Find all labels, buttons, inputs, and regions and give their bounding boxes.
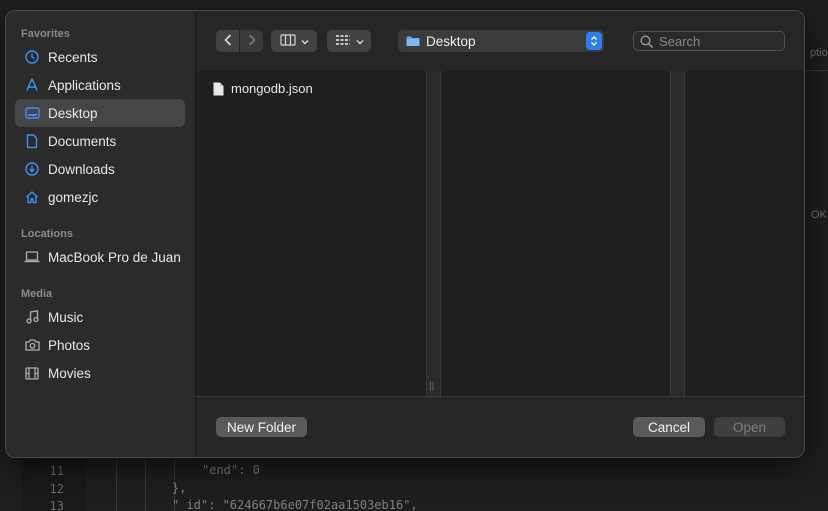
sidebar-item-label: Applications (48, 77, 121, 93)
column-resizer[interactable] (670, 71, 684, 398)
line-number: 13 (49, 499, 64, 511)
file-item[interactable]: mongodb.json (213, 81, 313, 96)
document-icon (24, 133, 40, 149)
columns-view-icon (279, 33, 296, 49)
chevron-left-icon (223, 33, 232, 49)
file-name: mongodb.json (231, 81, 313, 96)
home-icon (24, 189, 40, 205)
back-button[interactable] (216, 30, 239, 52)
search-icon (640, 34, 653, 48)
sidebar-item-label: Downloads (48, 161, 115, 177)
code-line: "end": 0 (202, 463, 260, 477)
sidebar-item-desktop[interactable]: Desktop (15, 99, 185, 127)
indent-guide (116, 458, 117, 511)
grid-options-icon (335, 34, 351, 49)
line-number: 11 (49, 464, 64, 478)
background-text: OK (811, 209, 827, 221)
sidebar-item-label: Music (48, 309, 84, 325)
locations-section-title: Locations (21, 228, 73, 240)
toolbar: Desktop (196, 11, 804, 71)
up-down-chevron-icon (586, 32, 602, 50)
file-browser: mongodb.json || (196, 71, 804, 398)
camera-icon (24, 337, 40, 353)
forward-button[interactable] (240, 30, 263, 52)
search-field[interactable] (633, 31, 785, 51)
open-button[interactable]: Open (714, 417, 785, 437)
sidebar-item-label: Movies (48, 365, 91, 381)
column-divider (670, 71, 671, 398)
location-select[interactable]: Desktop (398, 30, 604, 52)
location-select-value: Desktop (426, 33, 476, 49)
clock-icon (24, 49, 40, 65)
sidebar-item-label: Recents (48, 49, 98, 65)
background-divider (806, 70, 828, 71)
sidebar-item-label: Documents (48, 133, 117, 149)
chevron-down-icon (301, 34, 309, 48)
sidebar-item-recents[interactable]: Recents (15, 43, 185, 71)
open-file-dialog: Favorites Recents Applications Desktop D… (5, 10, 805, 458)
sidebar-item-applications[interactable]: Applications (15, 71, 185, 99)
cancel-button[interactable]: Cancel (633, 417, 705, 437)
search-input[interactable] (659, 33, 779, 49)
line-number: 12 (49, 482, 64, 496)
code-line: }, (172, 481, 187, 495)
resize-grip-icon: || (429, 381, 435, 392)
media-section-title: Media (21, 288, 53, 300)
applications-icon (24, 77, 40, 93)
folder-icon (406, 35, 420, 47)
code-line: "_id": "624667b6e07f02aa1503eb16", (172, 498, 418, 511)
sidebar-item-macbook[interactable]: MacBook Pro de Juan (15, 243, 185, 271)
browser-column (441, 71, 670, 398)
sidebar-item-downloads[interactable]: Downloads (15, 155, 185, 183)
column-divider (426, 71, 427, 398)
view-mode-button[interactable] (271, 30, 317, 52)
sidebar-item-home[interactable]: gomezjc (15, 183, 185, 211)
music-icon (24, 309, 40, 325)
sidebar-item-music[interactable]: Music (15, 303, 185, 331)
favorites-section-title: Favorites (21, 28, 70, 40)
nav-buttons (216, 30, 264, 52)
sidebar-item-photos[interactable]: Photos (15, 331, 185, 359)
new-folder-button[interactable]: New Folder (216, 417, 307, 437)
sidebar-item-label: MacBook Pro de Juan (48, 249, 181, 265)
film-icon (24, 365, 40, 381)
chevron-down-icon (356, 34, 364, 48)
indent-guide (145, 458, 146, 511)
file-icon (213, 82, 224, 96)
background-text: ptio (810, 47, 828, 59)
download-icon (24, 161, 40, 177)
sidebar-item-movies[interactable]: Movies (15, 359, 185, 387)
sidebar-item-label: Desktop (48, 105, 98, 121)
sidebar-item-documents[interactable]: Documents (15, 127, 185, 155)
sidebar-item-label: gomezjc (48, 189, 99, 205)
browser-column: mongodb.json (196, 71, 426, 398)
column-divider (684, 71, 685, 398)
column-resizer[interactable]: || (426, 71, 440, 398)
sidebar: Favorites Recents Applications Desktop D… (6, 11, 196, 457)
dialog-footer: New Folder Cancel Open (196, 396, 804, 457)
group-by-button[interactable] (327, 30, 371, 52)
sidebar-item-label: Photos (48, 337, 91, 353)
laptop-icon (24, 249, 40, 265)
chevron-right-icon (248, 33, 256, 49)
desktop-icon (24, 105, 40, 121)
